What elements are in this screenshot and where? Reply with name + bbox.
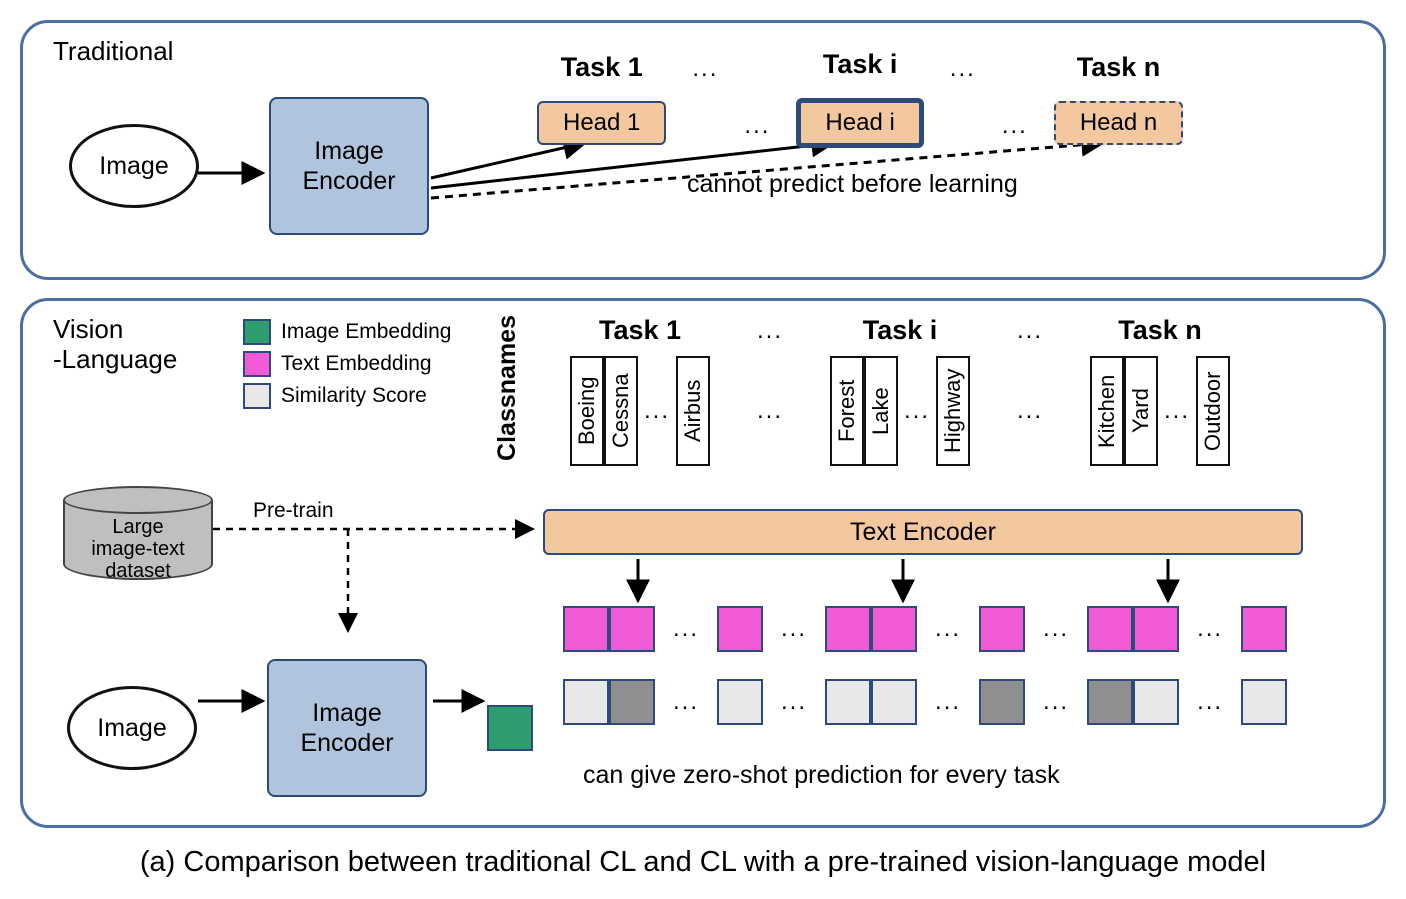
vl-task1: Task 1 — [540, 315, 740, 346]
dots: ... — [1002, 112, 1028, 140]
vl-taski: Task i — [800, 315, 1000, 346]
dots: ... — [744, 112, 770, 140]
task1-label: Task 1 — [561, 52, 643, 83]
similarity-row: ... ... ... ... ... — [563, 679, 1287, 725]
class-forest: Forest — [830, 356, 864, 466]
headn: Head n — [1054, 101, 1183, 145]
image-encoder-vl: Image Encoder — [267, 659, 427, 797]
db-block: Large image-text dataset — [63, 486, 213, 580]
head1: Head 1 — [537, 101, 666, 145]
image-label: Image — [99, 152, 168, 181]
note-traditional: cannot predict before learning — [687, 170, 1367, 199]
text-embeddings-row: ... ... ... ... ... — [563, 606, 1287, 652]
figure-caption: (a) Comparison between traditional CL an… — [20, 846, 1386, 879]
panel-traditional: Traditional Image Image Encoder Task 1 — [20, 20, 1386, 280]
dots: ... — [950, 55, 976, 83]
class-airbus: Airbus — [676, 356, 710, 466]
vl-taskn: Task n — [1060, 315, 1260, 346]
swatch-pink — [243, 351, 271, 377]
class-cessna: Cessna — [604, 356, 638, 466]
class-outdoor: Outdoor — [1196, 356, 1230, 466]
swatch-green — [243, 319, 271, 345]
dots: ... — [692, 55, 718, 83]
image-encoder-label: Image Encoder — [302, 136, 395, 196]
dots: ... — [740, 317, 800, 345]
class-yard: Yard — [1124, 356, 1158, 466]
legend-similarity-score: Similarity Score — [243, 383, 451, 409]
title-traditional: Traditional — [53, 37, 173, 67]
text-encoder: Text Encoder — [543, 509, 1303, 555]
dots: ... — [904, 397, 930, 425]
pretrain-label: Pre-train — [253, 499, 334, 523]
title-vl: Vision -Language — [53, 315, 177, 375]
database-icon: Large image-text dataset — [63, 486, 213, 580]
class-kitchen: Kitchen — [1090, 356, 1124, 466]
dots: ... — [644, 397, 670, 425]
dots: ... — [1000, 317, 1060, 345]
note-vl: can give zero-shot prediction for every … — [583, 761, 1060, 790]
legend-image-embedding: Image Embedding — [243, 319, 451, 345]
headi: Head i — [796, 98, 923, 148]
taskn-label: Task n — [1077, 52, 1161, 83]
class-boeing: Boeing — [570, 356, 604, 466]
legend: Image Embedding Text Embedding Similarit… — [243, 319, 451, 409]
image-label-vl: Image — [97, 714, 166, 743]
taski-label: Task i — [823, 49, 898, 80]
panel-vision-language: Vision -Language Image Embedding Text Em… — [20, 298, 1386, 828]
image-embedding — [487, 705, 533, 751]
db-label: Large image-text dataset — [63, 516, 213, 582]
image-encoder-traditional: Image Encoder — [269, 97, 429, 235]
class-highway: Highway — [936, 356, 970, 466]
image-encode-row: Image Image Encoder — [67, 659, 533, 797]
classnames-block: Classnames Task 1 ... Task i ... Task n … — [493, 315, 1260, 466]
image-node-vl: Image — [67, 686, 197, 770]
dots: ... — [1164, 397, 1190, 425]
class-lake: Lake — [864, 356, 898, 466]
swatch-grey — [243, 383, 271, 409]
legend-text-embedding: Text Embedding — [243, 351, 451, 377]
classnames-title: Classnames — [493, 315, 522, 461]
dots: ... — [740, 397, 800, 425]
dots: ... — [1000, 397, 1060, 425]
image-node-traditional: Image — [69, 124, 199, 208]
